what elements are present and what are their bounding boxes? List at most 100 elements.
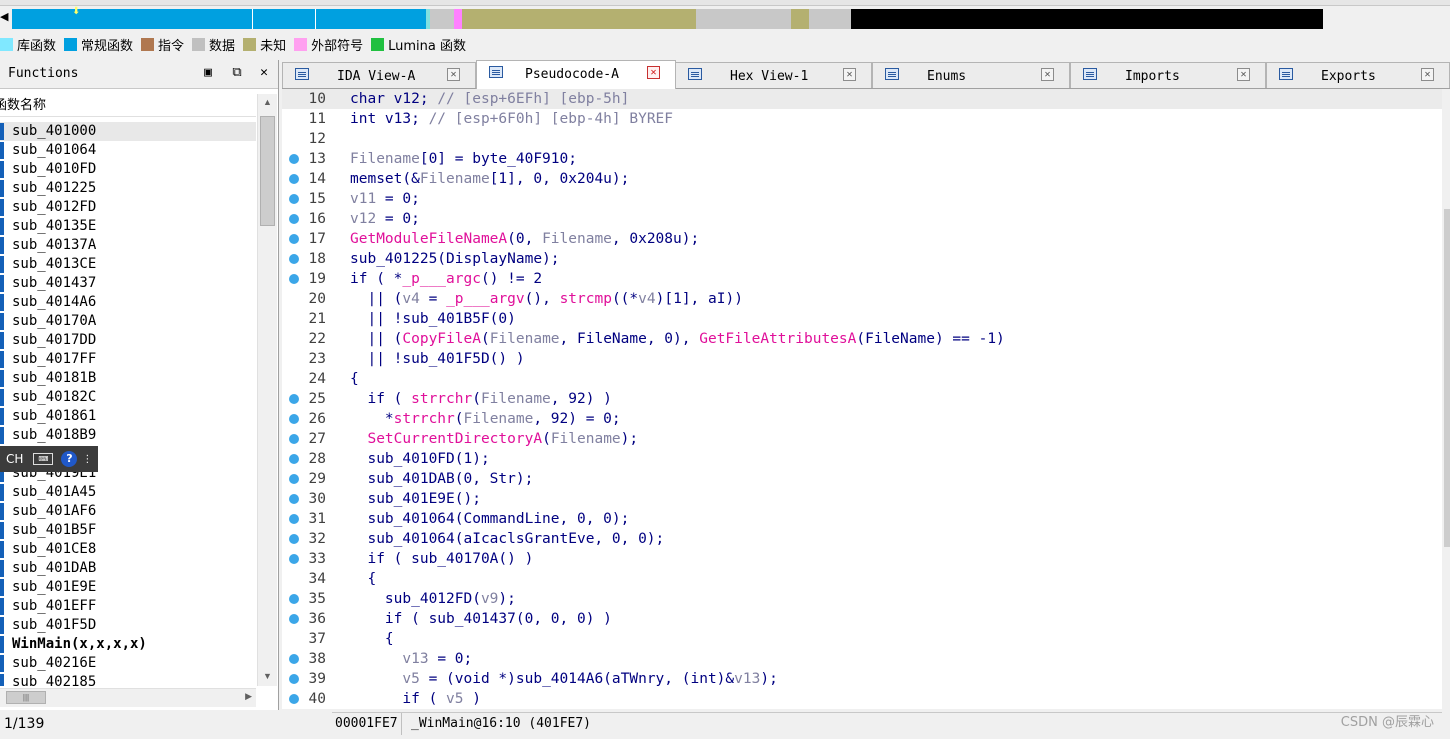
more-icon[interactable]: ⋮ <box>82 454 92 465</box>
function-list-item[interactable]: sub_401B5F <box>0 521 256 540</box>
function-list-item[interactable]: sub_401437 <box>0 274 256 293</box>
breakpoint-marker-icon[interactable] <box>289 214 299 224</box>
navbar-segment[interactable] <box>12 9 252 29</box>
breakpoint-marker-icon[interactable] <box>289 394 299 404</box>
functions-horizontal-scrollbar[interactable]: ||| ▶ <box>0 688 256 707</box>
scroll-up-icon[interactable]: ▲ <box>258 94 277 110</box>
breakpoint-marker-icon[interactable] <box>289 614 299 624</box>
code-line[interactable]: 13 Filename[0] = byte_40F910; <box>282 149 1442 169</box>
hscrollbar-thumb[interactable]: ||| <box>6 691 46 704</box>
breakpoint-marker-icon[interactable] <box>289 274 299 284</box>
close-tab-icon[interactable]: ✕ <box>1421 68 1434 81</box>
pseudocode-scrollbar[interactable] <box>1442 89 1450 709</box>
function-list-item[interactable]: sub_4012FD <box>0 198 256 217</box>
function-list-item[interactable]: sub_4010FD <box>0 160 256 179</box>
navigation-band[interactable]: ◀ ⬇ <box>0 0 1450 34</box>
function-list-item[interactable]: sub_401064 <box>0 141 256 160</box>
navbar-segment[interactable] <box>791 9 809 29</box>
code-line[interactable]: 30 sub_401E9E(); <box>282 489 1442 509</box>
breakpoint-marker-icon[interactable] <box>289 154 299 164</box>
navbar-segment[interactable] <box>462 9 696 29</box>
float-panel-icon[interactable]: ⧉ <box>229 65 245 81</box>
functions-vertical-scrollbar[interactable]: ▲ ▼ <box>257 94 277 686</box>
navbar-segment[interactable] <box>851 9 1323 29</box>
close-tab-icon[interactable]: ✕ <box>447 68 460 81</box>
code-line[interactable]: 25 if ( strrchr(Filename, 92) ) <box>282 389 1442 409</box>
keyboard-icon[interactable]: ⌨ <box>33 453 54 465</box>
pseudocode-view[interactable]: 10 char v12; // [esp+6EFh] [ebp-5h] 11 int … <box>282 89 1442 709</box>
ime-language[interactable]: CH <box>6 452 23 466</box>
function-list-item[interactable]: sub_401861 <box>0 407 256 426</box>
function-list-item[interactable]: sub_401EFF <box>0 597 256 616</box>
function-list-item[interactable]: sub_401F5D <box>0 616 256 635</box>
navbar-segment[interactable] <box>253 9 315 29</box>
breakpoint-marker-icon[interactable] <box>289 234 299 244</box>
breakpoint-marker-icon[interactable] <box>289 194 299 204</box>
help-icon[interactable]: ? <box>61 451 78 467</box>
tab-hex-view-1[interactable]: Hex View-1 ✕ <box>675 62 872 88</box>
close-tab-icon[interactable]: ✕ <box>1237 68 1250 81</box>
function-list-item[interactable]: sub_401A45 <box>0 483 256 502</box>
breakpoint-marker-icon[interactable] <box>289 594 299 604</box>
code-line[interactable]: 29 sub_401DAB(0, Str); <box>282 469 1442 489</box>
navbar-segment[interactable] <box>696 9 791 29</box>
scrollbar-thumb[interactable] <box>260 116 275 226</box>
code-line[interactable]: 33 if ( sub_40170A() ) <box>282 549 1442 569</box>
tab-imports[interactable]: Imports ✕ <box>1070 62 1266 88</box>
breakpoint-marker-icon[interactable] <box>289 674 299 684</box>
close-tab-icon[interactable]: ✕ <box>647 66 660 79</box>
navbar-segment[interactable] <box>809 9 851 29</box>
function-list-item[interactable]: sub_401AF6 <box>0 502 256 521</box>
code-line[interactable]: 39 v5 = (void *)sub_4014A6(aTWnry, (int)… <box>282 669 1442 689</box>
function-list-item[interactable]: sub_40135E <box>0 217 256 236</box>
code-line[interactable]: 15 v11 = 0; <box>282 189 1442 209</box>
function-list-item[interactable]: sub_4017DD <box>0 331 256 350</box>
function-list-item[interactable]: sub_401CE8 <box>0 540 256 559</box>
tab-enums[interactable]: Enums ✕ <box>872 62 1070 88</box>
code-line[interactable]: 14 memset(&Filename[1], 0, 0x204u); <box>282 169 1442 189</box>
ime-toolbar[interactable]: CH ⌨ ? ⋮ <box>0 446 98 472</box>
code-line[interactable]: 40 if ( v5 ) <box>282 689 1442 709</box>
function-list-item[interactable]: sub_4018B9 <box>0 426 256 445</box>
navbar-segment[interactable] <box>430 9 454 29</box>
function-list-item[interactable]: sub_4017FF <box>0 350 256 369</box>
code-line[interactable]: 23 || !sub_401F5D() ) <box>282 349 1442 369</box>
breakpoint-marker-icon[interactable] <box>289 654 299 664</box>
code-line[interactable]: 37 { <box>282 629 1442 649</box>
code-line[interactable]: 38 v13 = 0; <box>282 649 1442 669</box>
breakpoint-marker-icon[interactable] <box>289 694 299 704</box>
breakpoint-marker-icon[interactable] <box>289 254 299 264</box>
code-line[interactable]: 27 SetCurrentDirectoryA(Filename); <box>282 429 1442 449</box>
tab-ida-view-a[interactable]: IDA View-A ✕ <box>282 62 476 88</box>
function-list-item[interactable]: sub_40170A <box>0 312 256 331</box>
close-tab-icon[interactable]: ✕ <box>1041 68 1054 81</box>
maximize-panel-icon[interactable]: ▣ <box>200 65 216 81</box>
code-line[interactable]: 21 || !sub_401B5F(0) <box>282 309 1442 329</box>
scroll-down-icon[interactable]: ▼ <box>258 668 277 684</box>
tab-exports[interactable]: Exports ✕ <box>1266 62 1450 88</box>
code-line[interactable]: 17 GetModuleFileNameA(0, Filename, 0x208u… <box>282 229 1442 249</box>
code-line[interactable]: 11 int v13; // [esp+6F0h] [ebp-4h] BYREF <box>282 109 1442 129</box>
code-line[interactable]: 16 v12 = 0; <box>282 209 1442 229</box>
breakpoint-marker-icon[interactable] <box>289 434 299 444</box>
function-list-item[interactable]: sub_40216E <box>0 654 256 673</box>
breakpoint-marker-icon[interactable] <box>289 554 299 564</box>
tab-pseudocode-a[interactable]: Pseudocode-A ✕ <box>476 60 676 89</box>
function-list-item[interactable]: sub_402185 <box>0 673 256 686</box>
function-list-item[interactable]: sub_40182C <box>0 388 256 407</box>
function-list-item[interactable]: WinMain(x,x,x,x) <box>0 635 256 654</box>
scroll-right-icon[interactable]: ▶ <box>245 691 252 702</box>
breakpoint-marker-icon[interactable] <box>289 414 299 424</box>
code-line[interactable]: 36 if ( sub_401437(0, 0, 0) ) <box>282 609 1442 629</box>
navbar-segment[interactable] <box>316 9 426 29</box>
code-line[interactable]: 19 if ( *_p___argc() != 2 <box>282 269 1442 289</box>
breakpoint-marker-icon[interactable] <box>289 514 299 524</box>
code-line[interactable]: 34 { <box>282 569 1442 589</box>
function-list-item[interactable]: sub_401DAB <box>0 559 256 578</box>
pseudocode-scrollbar-thumb[interactable] <box>1444 209 1450 547</box>
breakpoint-marker-icon[interactable] <box>289 534 299 544</box>
navigation-bar[interactable]: ⬇ <box>12 6 1445 29</box>
code-line[interactable]: 22 || (CopyFileA(Filename, FileName, 0),… <box>282 329 1442 349</box>
breakpoint-marker-icon[interactable] <box>289 474 299 484</box>
breakpoint-marker-icon[interactable] <box>289 494 299 504</box>
